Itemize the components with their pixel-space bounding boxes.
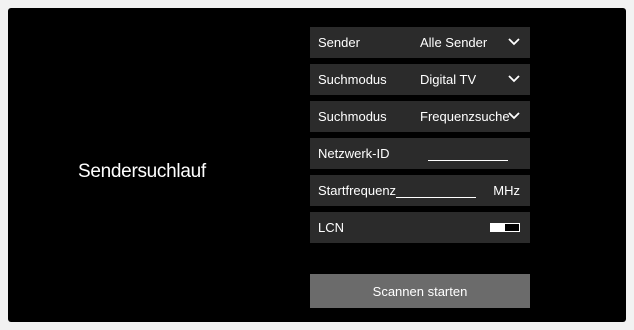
network-id-field[interactable]: Netzwerk-ID bbox=[310, 138, 530, 169]
start-frequency-label: Startfrequenz bbox=[318, 183, 397, 198]
scan-type-value: Frequenzsuche bbox=[420, 109, 510, 124]
lcn-toggle[interactable] bbox=[490, 223, 520, 232]
frequency-unit: MHz bbox=[493, 183, 520, 198]
lcn-label: LCN bbox=[318, 220, 345, 235]
scan-type-select[interactable]: Suchmodus Frequenzsuche bbox=[310, 101, 530, 132]
start-frequency-field[interactable]: Startfrequenz MHz bbox=[310, 175, 530, 206]
sender-value: Alle Sender bbox=[420, 35, 488, 50]
scan-type-label: Suchmodus bbox=[318, 109, 387, 124]
sender-label: Sender bbox=[318, 35, 360, 50]
search-mode-label: Suchmodus bbox=[318, 72, 387, 87]
network-id-input-line bbox=[428, 160, 508, 161]
start-frequency-input-line bbox=[396, 197, 476, 198]
tv-screen: Sendersuchlauf Sender Alle Sender Suchmo… bbox=[8, 8, 626, 322]
chevron-down-icon bbox=[508, 38, 520, 46]
network-id-label: Netzwerk-ID bbox=[318, 146, 390, 161]
sender-select[interactable]: Sender Alle Sender bbox=[310, 27, 530, 58]
search-mode-value: Digital TV bbox=[420, 72, 477, 87]
start-scan-button[interactable]: Scannen starten bbox=[310, 274, 530, 308]
toggle-knob bbox=[491, 224, 505, 231]
chevron-down-icon bbox=[508, 112, 520, 120]
chevron-down-icon bbox=[508, 75, 520, 83]
lcn-toggle-row[interactable]: LCN bbox=[310, 212, 530, 243]
page-title: Sendersuchlauf bbox=[78, 161, 206, 182]
search-mode-select[interactable]: Suchmodus Digital TV bbox=[310, 64, 530, 95]
settings-panel: Sender Alle Sender Suchmodus Digital TV … bbox=[310, 27, 530, 249]
